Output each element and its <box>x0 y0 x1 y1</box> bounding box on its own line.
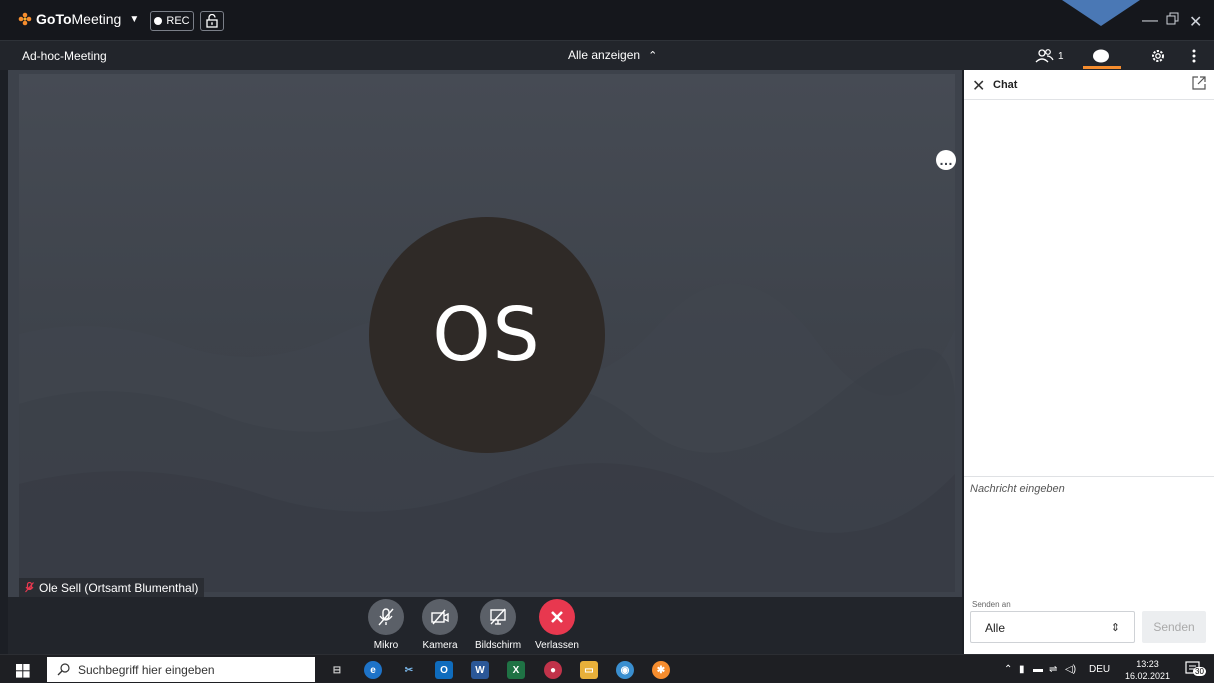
taskbar-search-placeholder: Suchbegriff hier eingeben <box>78 662 215 677</box>
tile-more-button[interactable]: … <box>936 150 956 170</box>
meeting-controls: Mikro Kamera Bildschirm Verlassen <box>8 597 962 654</box>
send-to-select[interactable]: Alle ⇕ <box>970 611 1135 643</box>
muted-mic-icon <box>25 582 34 593</box>
search-icon <box>57 663 70 676</box>
windows-taskbar: Suchbegriff hier eingeben ⊟ e ✂ O W X ● … <box>0 654 1214 683</box>
video-area: OS … <box>8 70 962 597</box>
title-bar: GoTo Meeting ▼ REC — ✕ <box>0 0 1214 40</box>
close-window-icon[interactable]: ✕ <box>1189 12 1202 32</box>
view-selector[interactable]: Alle anzeigen ⌃ <box>568 48 657 62</box>
file-explorer-icon[interactable]: ▭ <box>580 661 598 679</box>
app-menu-button[interactable]: GoTo Meeting ▼ <box>18 11 139 27</box>
chat-messages <box>964 101 1214 475</box>
task-view-icon[interactable]: ⊟ <box>328 661 346 679</box>
camera-off-icon <box>431 609 449 625</box>
settings-button[interactable] <box>1150 45 1166 67</box>
record-button[interactable]: REC <box>150 11 194 31</box>
snipping-tool-icon[interactable]: ✂ <box>400 661 418 679</box>
chat-panel: ✕ Chat Nachricht eingeben Senden an Alle… <box>964 70 1214 654</box>
edge-browser-icon[interactable]: e <box>364 661 382 679</box>
participant-name: Ole Sell (Ortsamt Blumenthal) <box>39 580 199 595</box>
screen-share-button-circle[interactable] <box>480 599 516 635</box>
volume-icon[interactable]: ◁) <box>1065 664 1076 675</box>
screen-share-button[interactable]: Bildschirm <box>468 599 528 651</box>
gotomeeting-taskbar-icon[interactable]: ✱ <box>652 661 670 679</box>
language-indicator[interactable]: DEU <box>1089 664 1110 675</box>
chat-title: Chat <box>993 79 1018 91</box>
restore-icon[interactable] <box>1166 12 1179 30</box>
unlock-icon <box>206 14 218 28</box>
excel-icon[interactable]: X <box>507 661 525 679</box>
notification-center-button[interactable]: 30 <box>1185 661 1206 677</box>
send-to-label: Senden an <box>972 600 1011 609</box>
mic-label: Mikro <box>373 640 399 651</box>
record-app-icon[interactable]: ● <box>544 661 562 679</box>
battery-icon[interactable]: ▬ <box>1033 664 1043 675</box>
mic-button-circle[interactable] <box>368 599 404 635</box>
send-button[interactable]: Senden <box>1142 611 1206 643</box>
vertical-dots-icon <box>1192 49 1196 63</box>
chat-active-indicator <box>1083 66 1121 69</box>
record-label: REC <box>166 15 190 27</box>
mic-off-icon <box>378 608 394 626</box>
participant-name-label: Ole Sell (Ortsamt Blumenthal) <box>19 578 205 597</box>
chat-toggle-button[interactable] <box>1091 45 1111 67</box>
microphone-tray-icon[interactable]: ▮ <box>1019 664 1025 675</box>
close-chat-icon[interactable]: ✕ <box>972 76 985 96</box>
lock-meeting-button[interactable] <box>200 11 224 31</box>
chat-message-input[interactable]: Nachricht eingeben <box>964 476 1214 588</box>
chat-bubble-icon <box>1093 49 1109 63</box>
outlook-icon[interactable]: O <box>435 661 453 679</box>
gotomeeting-logo-icon <box>18 12 32 26</box>
send-to-value: Alle <box>985 621 1006 635</box>
participant-video-tile: OS <box>19 74 955 592</box>
gear-icon <box>1152 50 1164 62</box>
leave-button[interactable]: Verlassen <box>527 599 587 651</box>
clock-time: 13:23 <box>1136 659 1159 669</box>
show-hidden-icons-icon[interactable]: ⌃ <box>1004 664 1012 675</box>
highlight-arrow-icon <box>1062 0 1140 26</box>
brand-name-rest: Meeting <box>71 11 122 27</box>
more-options-button[interactable] <box>1192 45 1196 67</box>
taskbar-clock[interactable]: 13:23 16.02.2021 <box>1125 658 1170 682</box>
camera-label: Kamera <box>422 640 458 651</box>
updown-chevron-icon: ⇕ <box>1110 622 1120 634</box>
popout-icon[interactable] <box>1192 76 1206 90</box>
meeting-name: Ad-hoc-Meeting <box>22 49 107 63</box>
screen-share-off-icon <box>490 608 506 625</box>
word-icon[interactable]: W <box>471 661 489 679</box>
record-dot-icon <box>154 17 163 25</box>
taskbar-search[interactable]: Suchbegriff hier eingeben <box>47 657 315 682</box>
notification-count: 30 <box>1193 667 1206 676</box>
maps-icon[interactable]: ◉ <box>616 661 634 679</box>
meeting-toolbar: Ad-hoc-Meeting Alle anzeigen ⌃ 1 <box>0 40 1214 70</box>
camera-button[interactable]: Kamera <box>410 599 470 651</box>
chat-header: ✕ Chat <box>964 70 1214 100</box>
leave-label: Verlassen <box>535 640 579 651</box>
participants-button[interactable]: 1 <box>1035 45 1064 67</box>
screen-share-label: Bildschirm <box>474 640 522 651</box>
camera-button-circle[interactable] <box>422 599 458 635</box>
participant-avatar: OS <box>369 217 605 453</box>
participants-count: 1 <box>1058 50 1064 62</box>
windows-start-icon[interactable] <box>16 664 30 678</box>
leave-button-circle[interactable] <box>539 599 575 635</box>
caret-down-icon: ▼ <box>129 13 140 25</box>
participants-icon <box>1035 49 1054 63</box>
network-icon[interactable]: ⇌ <box>1049 664 1057 675</box>
view-selector-label: Alle anzeigen <box>568 48 641 62</box>
clock-date: 16.02.2021 <box>1125 671 1171 681</box>
updown-chevron-icon: ⌃ <box>648 49 658 62</box>
minimize-icon[interactable]: — <box>1142 12 1158 30</box>
mic-button[interactable]: Mikro <box>356 599 416 651</box>
brand-name-bold: GoTo <box>36 11 72 27</box>
close-icon <box>551 611 563 623</box>
